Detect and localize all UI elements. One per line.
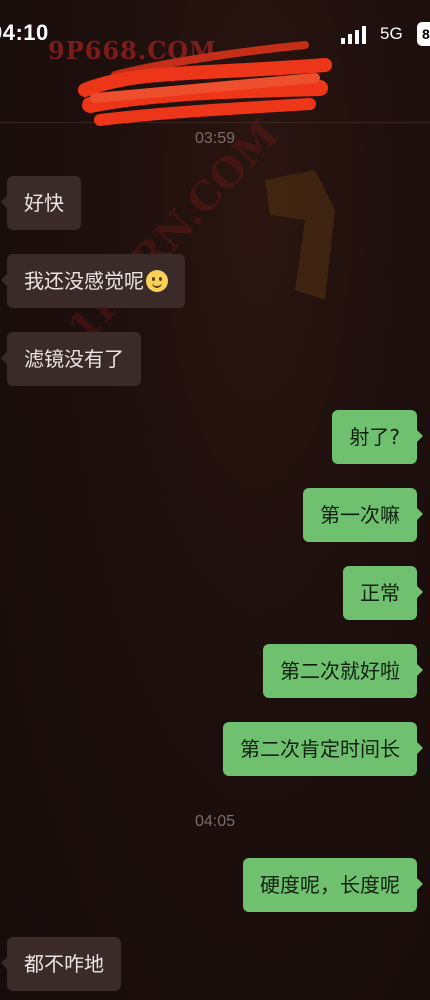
- message-received[interactable]: 滤镜没有了: [1, 332, 141, 386]
- message-sent[interactable]: 第二次就好啦: [263, 644, 423, 698]
- chat-screen: 04:10 5G 8 9P668.COM 91PORN.COM 03:59 好快…: [0, 0, 430, 1000]
- timestamp: 03:59: [194, 130, 236, 147]
- message-text: 第一次嘛: [320, 503, 400, 527]
- message-received[interactable]: 都不咋地: [1, 937, 121, 991]
- message-received[interactable]: 我还没感觉呢: [1, 254, 185, 308]
- watermark-primary: 9P668.COM: [48, 36, 217, 65]
- message-text: 第二次就好啦: [280, 659, 400, 683]
- message-text: 第二次肯定时间长: [240, 737, 400, 761]
- message-text: 都不咋地: [24, 952, 104, 976]
- watermark-logo-shape: [265, 170, 335, 300]
- message-sent[interactable]: 第二次肯定时间长: [223, 722, 423, 776]
- message-text: 硬度呢，长度呢: [260, 873, 400, 897]
- message-sent[interactable]: 射了?: [332, 410, 423, 464]
- timestamp: 04:05: [194, 813, 236, 830]
- message-text: 滤镜没有了: [24, 347, 124, 371]
- signal-icon: [341, 26, 366, 44]
- network-label: 5G: [380, 24, 403, 43]
- message-sent[interactable]: 正常: [343, 566, 423, 620]
- message-text: 射了?: [349, 425, 400, 449]
- message-sent[interactable]: 第一次嘛: [303, 488, 423, 542]
- message-text: 我还没感觉呢: [24, 269, 144, 293]
- battery-icon: 8: [417, 22, 430, 46]
- message-text: 正常: [360, 581, 400, 605]
- message-sent[interactable]: 硬度呢，长度呢: [243, 858, 423, 912]
- message-received[interactable]: 好快: [1, 176, 81, 230]
- status-time: 04:10: [0, 20, 49, 45]
- smile-emoji-icon: [146, 269, 168, 292]
- message-text: 好快: [24, 191, 64, 215]
